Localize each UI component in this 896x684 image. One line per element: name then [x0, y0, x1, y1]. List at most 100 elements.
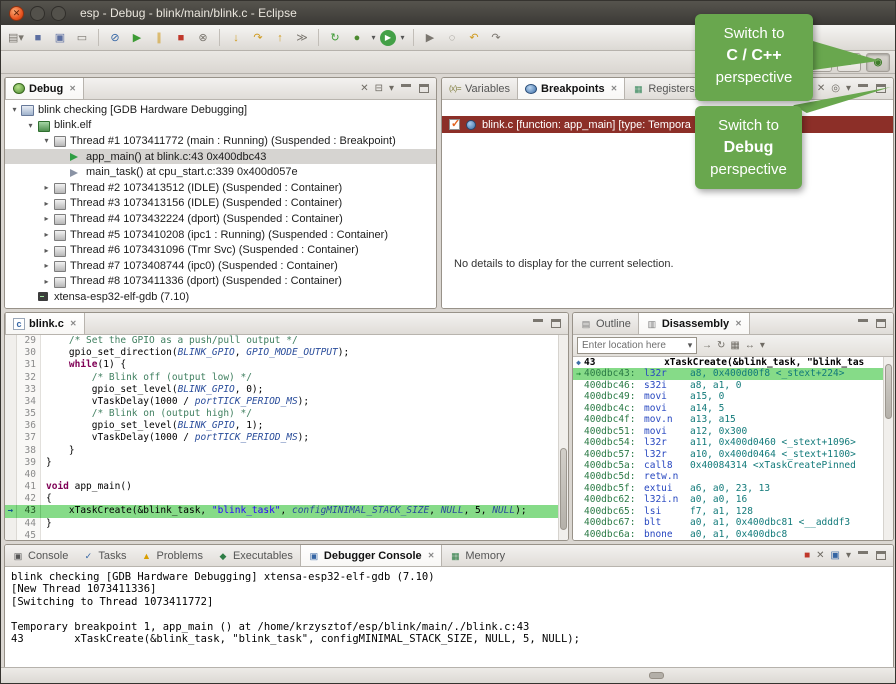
- disassembly-row[interactable]: 400dbc5f: extui a6, a0, 23, 13: [573, 483, 893, 494]
- expand-arrow-icon[interactable]: ▸: [41, 277, 52, 286]
- disassembly-row[interactable]: 400dbc65: lsi f7, a1, 128: [573, 506, 893, 517]
- suspend-icon[interactable]: ∥: [149, 28, 169, 48]
- disassembly-scrollbar[interactable]: [883, 357, 893, 540]
- minimize-view-icon[interactable]: [400, 83, 412, 94]
- collapse-all-icon[interactable]: ⊟: [375, 83, 383, 94]
- maximize-view-icon[interactable]: [875, 318, 887, 329]
- expand-arrow-icon[interactable]: ▸: [41, 261, 52, 270]
- remove-all-terminated-launches-icon[interactable]: ✕: [816, 550, 824, 561]
- editor-line[interactable]: 37 vTaskDelay(1000 / portTICK_PERIOD_MS)…: [5, 432, 568, 444]
- editor-line[interactable]: 38 }: [5, 445, 568, 457]
- editor-line[interactable]: 33 gpio_set_level(BLINK_GPIO, 0);: [5, 384, 568, 396]
- editor-line[interactable]: 44 }: [5, 518, 568, 530]
- debug-tree-item[interactable]: ▸ Thread #3 1073413156 (IDLE) (Suspended…: [5, 196, 436, 212]
- run-launch-icon[interactable]: ▶: [380, 30, 396, 46]
- disassembly-row[interactable]: 400dbc4c: movi a14, 5: [573, 403, 893, 414]
- disconnect-icon[interactable]: ⊗: [193, 28, 213, 48]
- close-tab-icon[interactable]: [70, 319, 77, 328]
- disassembly-row[interactable]: 400dbc62: l32i.n a0, a0, 16: [573, 494, 893, 505]
- debug-launch-icon[interactable]: ●: [347, 28, 367, 48]
- remove-all-breakpoints-icon[interactable]: ✕: [817, 83, 825, 94]
- save-all-icon[interactable]: ▣: [50, 28, 70, 48]
- editor-scrollbar[interactable]: [558, 335, 568, 540]
- expand-arrow-icon[interactable]: ▾: [9, 105, 20, 114]
- step-return-icon[interactable]: ↑: [270, 28, 290, 48]
- editor-line[interactable]: 40: [5, 469, 568, 481]
- show-opcodes-icon[interactable]: ▦: [730, 340, 739, 351]
- view-menu-icon[interactable]: ▾: [760, 340, 765, 351]
- debug-tree-item[interactable]: ▸ Thread #7 1073408744 (ipc0) (Suspended…: [5, 258, 436, 274]
- editor-line[interactable]: 34 vTaskDelay(1000 / portTICK_PERIOD_MS)…: [5, 396, 568, 408]
- new-wizard-icon[interactable]: ▤▾: [6, 28, 26, 48]
- editor-line[interactable]: 41 void app_main(): [5, 481, 568, 493]
- horizontal-scrollbar-thumb[interactable]: [649, 672, 664, 679]
- debugger-console-output[interactable]: blink checking [GDB Hardware Debugging] …: [5, 567, 893, 668]
- expand-arrow-icon[interactable]: ▸: [41, 246, 52, 255]
- tab-memory[interactable]: ▦ Memory: [442, 545, 512, 566]
- step-over-icon[interactable]: ↷: [248, 28, 268, 48]
- editor-line[interactable]: 36 gpio_set_level(BLINK_GPIO, 1);: [5, 420, 568, 432]
- disassembly-row[interactable]: 400dbc54: l32r a11, 0x400d0460 <_stext+1…: [573, 437, 893, 448]
- debug-tree-item[interactable]: ▸ Thread #4 1073432224 (dport) (Suspende…: [5, 211, 436, 227]
- editor-line[interactable]: 42 {: [5, 493, 568, 505]
- tab-variables[interactable]: (x)= Variables: [442, 78, 517, 99]
- debug-tree-item[interactable]: ▸ Thread #6 1073431096 (Tmr Svc) (Suspen…: [5, 242, 436, 258]
- debug-tree-item[interactable]: ▸ Thread #8 1073411336 (dport) (Suspende…: [5, 274, 436, 290]
- close-tab-icon[interactable]: [69, 84, 76, 93]
- tab-registers[interactable]: ▦ Registers: [625, 78, 701, 99]
- editor-line[interactable]: 39 }: [5, 457, 568, 469]
- minimize-view-icon[interactable]: [857, 318, 869, 329]
- window-close-button[interactable]: [9, 6, 24, 21]
- debug-tree-item[interactable]: ▾ blink.elf: [5, 118, 436, 134]
- editor-line[interactable]: 45: [5, 530, 568, 540]
- expand-arrow-icon[interactable]: ▾: [25, 121, 36, 130]
- minimize-view-icon[interactable]: [532, 318, 544, 329]
- scrollbar-thumb[interactable]: [885, 364, 892, 419]
- debug-tree-item[interactable]: ▾ blink checking [GDB Hardware Debugging…: [5, 102, 436, 118]
- navigate-address-icon[interactable]: →: [702, 340, 712, 351]
- print-icon[interactable]: ▭: [72, 28, 92, 48]
- external-tools-icon[interactable]: ▶: [420, 28, 440, 48]
- tab-problems[interactable]: ▲ Problems: [133, 545, 209, 566]
- breakpoint-row[interactable]: blink.c [function: app_main] [type: Temp…: [442, 116, 893, 133]
- debug-tree-item[interactable]: main_task() at cpu_start.c:339 0x400d057…: [5, 164, 436, 180]
- disassembly-row[interactable]: 400dbc4f: mov.n a13, a15: [573, 414, 893, 425]
- code-editor[interactable]: 29 /* Set the GPIO as a push/pull output…: [5, 335, 568, 540]
- skip-all-breakpoints-icon[interactable]: ⊘: [105, 28, 125, 48]
- resume-icon[interactable]: ▶: [127, 28, 147, 48]
- maximize-view-icon[interactable]: [875, 550, 887, 561]
- disassembly-row[interactable]: 400dbc51: movi a12, 0x300: [573, 426, 893, 437]
- terminate-icon[interactable]: ■: [171, 28, 191, 48]
- expand-arrow-icon[interactable]: ▸: [41, 183, 52, 192]
- run-dropdown-icon[interactable]: ▾: [398, 28, 407, 48]
- expand-arrow-icon[interactable]: ▸: [41, 214, 52, 223]
- close-tab-icon[interactable]: [428, 551, 435, 560]
- tab-executables[interactable]: ◆ Executables: [210, 545, 300, 566]
- close-tab-icon[interactable]: [735, 319, 742, 328]
- disassembly-row[interactable]: ◆ 43 xTaskCreate(&blink_task, "blink_tas: [573, 357, 893, 368]
- editor-line[interactable]: 30 gpio_set_direction(BLINK_GPIO, GPIO_M…: [5, 347, 568, 359]
- scrollbar-thumb[interactable]: [560, 448, 567, 530]
- expand-arrow-icon[interactable]: ▸: [41, 230, 52, 239]
- editor-line[interactable]: 29 /* Set the GPIO as a push/pull output…: [5, 335, 568, 347]
- breakpoint-checkbox[interactable]: [449, 119, 460, 130]
- combo-dropdown-icon[interactable]: [684, 340, 696, 351]
- disassembly-row[interactable]: 400dbc49: movi a15, 0: [573, 391, 893, 402]
- step-into-icon[interactable]: ↓: [226, 28, 246, 48]
- maximize-view-icon[interactable]: [418, 83, 430, 94]
- editor-line[interactable]: 35 /* Blink on (output high) */: [5, 408, 568, 420]
- forward-history-icon[interactable]: ↷: [486, 28, 506, 48]
- show-breakpoints-for-icon[interactable]: ◎: [831, 83, 840, 94]
- tab-blink-c[interactable]: c blink.c: [5, 313, 85, 334]
- editor-line[interactable]: → 43 xTaskCreate(&blink_task, "blink_tas…: [5, 505, 568, 517]
- debug-perspective-button[interactable]: ◉: [866, 53, 890, 72]
- maximize-view-icon[interactable]: [550, 318, 562, 329]
- window-maximize-button[interactable]: [51, 6, 66, 21]
- open-console-icon[interactable]: ▾: [846, 550, 851, 561]
- debug-tree-item[interactable]: app_main() at blink.c:43 0x400dbc43: [5, 149, 436, 165]
- disassembly-row[interactable]: → 400dbc43: l32r a8, 0x400d00f8 <_stext+…: [573, 368, 893, 379]
- debug-tree-item[interactable]: ▾ Thread #1 1073411772 (main : Running) …: [5, 133, 436, 149]
- debug-tree-item[interactable]: ▸ Thread #2 1073413512 (IDLE) (Suspended…: [5, 180, 436, 196]
- debug-tree-item[interactable]: ▸ Thread #5 1073410208 (ipc1 : Running) …: [5, 227, 436, 243]
- save-icon[interactable]: ■: [28, 28, 48, 48]
